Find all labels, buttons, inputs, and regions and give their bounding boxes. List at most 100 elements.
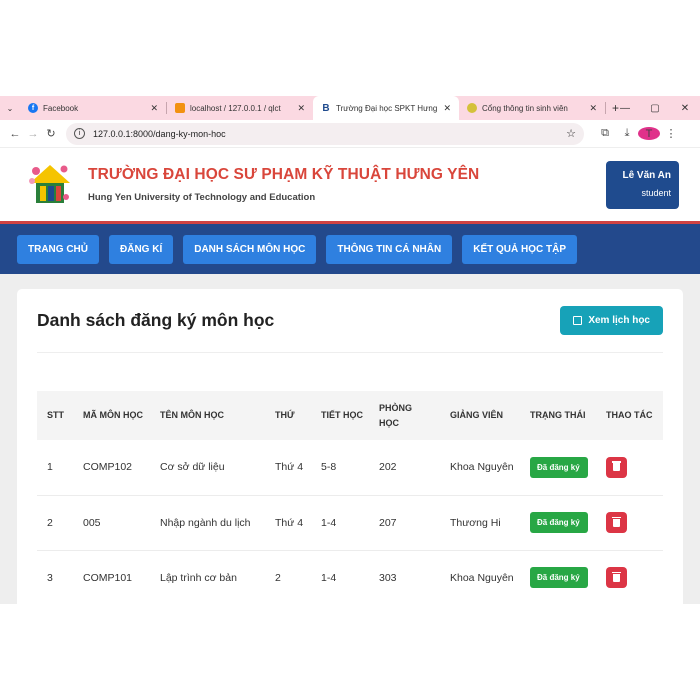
cell-actions [596,440,663,496]
forward-icon[interactable]: → [24,128,42,140]
cell-period: 5-8 [311,440,369,496]
tab-title: Facebook [43,103,79,113]
back-icon[interactable]: ← [6,128,24,140]
cell-actions [596,495,663,551]
minimize-icon[interactable]: — [610,103,640,114]
university-logo[interactable] [26,161,74,209]
site-info-icon[interactable]: i [74,128,85,139]
close-tab-icon[interactable]: ✕ [589,103,597,114]
tab-search-chevron-icon[interactable]: ⌄ [0,104,20,113]
view-schedule-button[interactable]: Xem lịch học [560,306,663,335]
calendar-icon [573,316,583,325]
url-input[interactable]: i 127.0.0.1:8000/dang-ky-mon-hoc ☆ [66,122,584,145]
browser-toolbar: ⧉ ⤓ T ⋮ [594,127,682,140]
cell-stt: 2 [37,495,73,551]
cell-day: Thứ 4 [265,440,311,496]
col-name: TÊN MÔN HỌC [160,410,224,420]
menu-kebab-icon[interactable]: ⋮ [660,127,682,140]
bootstrap-icon: B [321,102,331,114]
url-text: 127.0.0.1:8000/dang-ky-mon-hoc [93,128,226,139]
nav-results[interactable]: KẾT QUẢ HỌC TẬP [462,234,578,264]
tab-strip: ⌄ f Facebook ✕ localhost / 127.0.0.1 / q… [0,96,700,120]
col-period: TIẾT HỌC [321,410,363,420]
window-controls: — ▢ ✕ [610,96,700,120]
site-header: TRƯỜNG ĐẠI HỌC SƯ PHẠM KỸ THUẬT HƯNG YÊN… [0,148,700,224]
profile-avatar[interactable]: T [638,127,660,140]
card-header: Danh sách đăng ký môn học Xem lịch học [37,289,663,353]
cell-period: 1-4 [311,495,369,551]
cell-name: Cơ sở dữ liệu [150,440,265,496]
view-schedule-label: Xem lịch học [588,315,650,326]
cell-room: 202 [369,440,440,496]
close-tab-icon[interactable]: ✕ [150,103,158,114]
reload-icon[interactable]: ↻ [42,127,60,140]
browser-window: ⌄ f Facebook ✕ localhost / 127.0.0.1 / q… [0,96,700,604]
close-window-icon[interactable]: ✕ [670,103,700,114]
delete-button[interactable] [606,567,627,588]
main-nav: TRANG CHỦ ĐĂNG KÍ DANH SÁCH MÔN HỌC THÔN… [0,224,700,274]
cell-code: 005 [73,495,150,551]
col-status: TRẠNG THÁI [530,410,586,420]
tab-facebook[interactable]: f Facebook ✕ [20,96,166,120]
user-menu[interactable]: Lê Văn An student [606,161,679,209]
cell-room: 303 [369,550,440,604]
brand: TRƯỜNG ĐẠI HỌC SƯ PHẠM KỸ THUẬT HƯNG YÊN… [88,166,479,203]
cell-status: Đã đăng ký [520,550,596,604]
download-icon[interactable]: ⤓ [616,127,638,140]
cell-actions [596,550,663,604]
bookmark-star-icon[interactable]: ☆ [566,127,576,140]
delete-button[interactable] [606,456,627,478]
table-row: 2 005 Nhập ngành du lịch Thứ 4 1-4 207 T… [37,495,663,551]
col-actions: THAO TÁC [606,410,653,420]
cell-code: COMP101 [73,550,150,604]
tab-student-portal[interactable]: Cổng thông tin sinh viên ✕ [459,96,605,120]
cell-period: 1-4 [311,550,369,604]
tab-localhost[interactable]: localhost / 127.0.0.1 / qlct ✕ [167,96,313,120]
facebook-icon: f [28,103,38,113]
close-tab-icon[interactable]: ✕ [297,103,305,114]
tab-university[interactable]: B Trường Đại học SPKT Hưng Yên ✕ [313,96,459,120]
phpmyadmin-icon [175,103,185,113]
cell-teacher: Khoa Nguyên [440,440,520,496]
nav-home[interactable]: TRANG CHỦ [17,234,99,264]
tab-title: Trường Đại học SPKT Hưng Yên [336,103,438,113]
delete-button[interactable] [606,512,627,533]
maximize-icon[interactable]: ▢ [640,103,670,114]
trash-icon [612,571,621,582]
close-tab-icon[interactable]: ✕ [443,103,451,114]
main-content: Danh sách đăng ký môn học Xem lịch học S… [0,274,700,604]
status-badge: Đã đăng ký [530,456,588,478]
cell-room: 207 [369,495,440,551]
col-stt: STT [47,410,64,420]
university-title: TRƯỜNG ĐẠI HỌC SƯ PHẠM KỸ THUẬT HƯNG YÊN [88,166,480,183]
registration-card: Danh sách đăng ký môn học Xem lịch học S… [17,289,683,604]
nav-course-list[interactable]: DANH SÁCH MÔN HỌC [183,234,317,264]
status-badge: Đã đăng ký [530,512,588,533]
tab-title: localhost / 127.0.0.1 / qlct [190,103,281,113]
nav-register[interactable]: ĐĂNG KÍ [109,234,174,264]
university-subtitle: Hung Yen University of Technology and Ed… [88,192,316,203]
cell-teacher: Thương Hi [440,495,520,551]
nav-profile[interactable]: THÔNG TIN CÁ NHÂN [326,234,453,264]
page-title: Danh sách đăng ký môn học [37,310,275,330]
col-teacher: GIẢNG VIÊN [450,410,504,420]
cell-name: Nhập ngành du lịch [150,495,265,551]
tab-divider [605,102,606,114]
registration-table: STT MÃ MÔN HỌC TÊN MÔN HỌC THỨ TIẾT HỌC … [37,391,663,604]
cell-code: COMP102 [73,440,150,496]
address-bar: ← → ↻ i 127.0.0.1:8000/dang-ky-mon-hoc ☆… [0,120,700,148]
trash-icon [612,461,621,472]
cell-stt: 1 [37,440,73,496]
user-role: student [641,188,671,198]
cell-name: Lập trình cơ bản [150,550,265,604]
extensions-icon[interactable]: ⧉ [594,127,616,140]
status-badge: Đã đăng ký [530,567,588,588]
table-header-row: STT MÃ MÔN HỌC TÊN MÔN HỌC THỨ TIẾT HỌC … [37,391,663,440]
cell-day: 2 [265,550,311,604]
trash-icon [612,516,621,527]
cell-stt: 3 [37,550,73,604]
tab-title: Cổng thông tin sinh viên [482,103,568,113]
portal-icon [467,103,477,113]
cell-day: Thứ 4 [265,495,311,551]
table-row: 3 COMP101 Lập trình cơ bản 2 1-4 303 Kho… [37,550,663,604]
